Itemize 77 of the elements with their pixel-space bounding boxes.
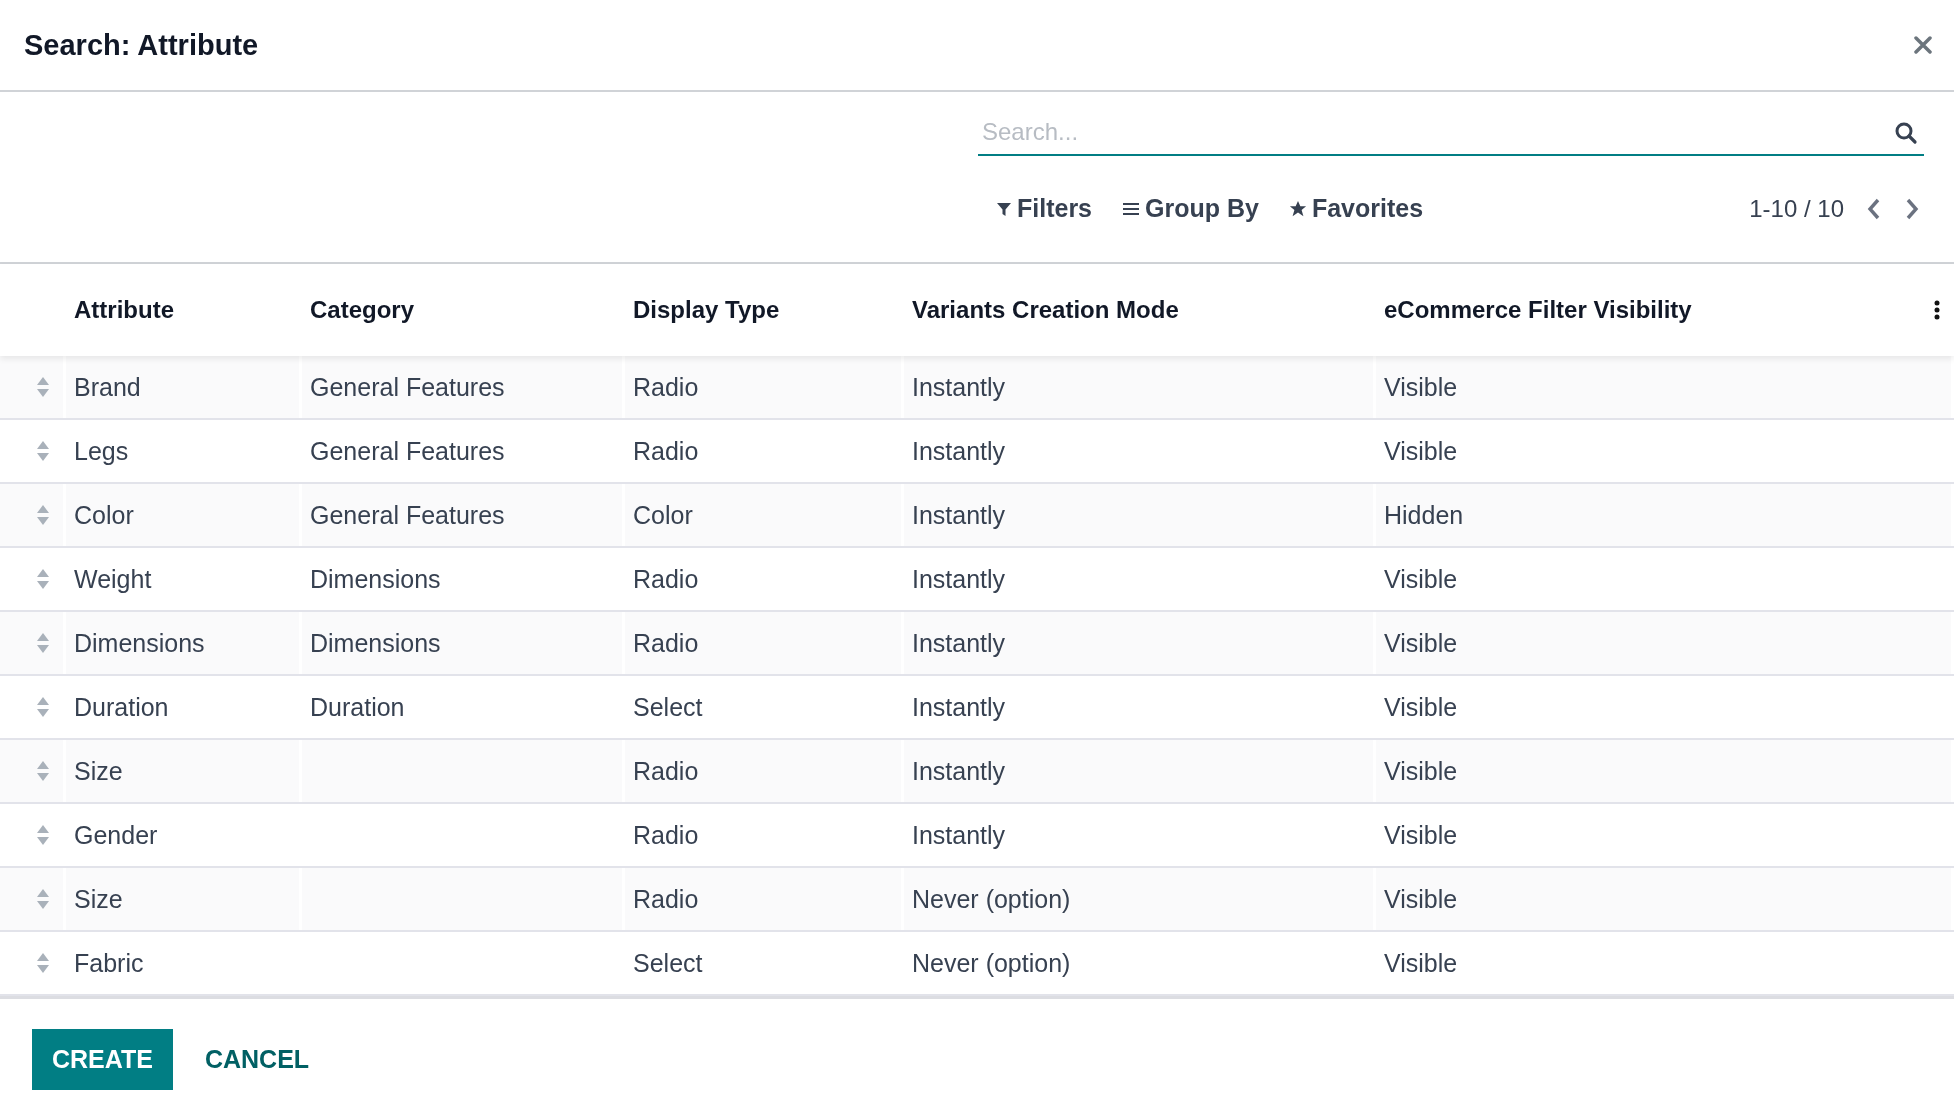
table-cell: Color — [633, 500, 693, 530]
table-cell: Visible — [1384, 820, 1458, 850]
table-cell: Visible — [1384, 884, 1458, 914]
column-header[interactable]: Attribute — [66, 296, 302, 324]
table-cell: Duration — [310, 692, 405, 722]
table-cell: Never (option) — [912, 884, 1071, 914]
table-cell: Instantly — [912, 436, 1006, 466]
table-cell: Gender — [74, 820, 158, 850]
next-icon[interactable] — [1904, 197, 1920, 220]
pager-value[interactable]: 1-10 / 10 — [1749, 194, 1844, 223]
table-cell: Radio — [633, 372, 699, 402]
table-cell: Instantly — [912, 564, 1006, 594]
drag-handle-icon[interactable] — [35, 568, 50, 590]
table-cell: Weight — [74, 564, 152, 594]
table-cell: Radio — [633, 436, 699, 466]
table-cell: Dimensions — [74, 628, 205, 658]
table-cell: Visible — [1384, 628, 1458, 658]
column-header[interactable]: Category — [302, 296, 625, 324]
filters-button[interactable]: Filters — [988, 190, 1101, 227]
table-cell: Legs — [74, 436, 129, 466]
drag-handle-icon[interactable] — [35, 952, 50, 974]
search-field[interactable]: Search... — [978, 110, 1924, 156]
table-cell: Instantly — [912, 756, 1006, 786]
table-cell: Instantly — [912, 820, 1006, 850]
group-by-button[interactable]: Group By — [1114, 190, 1267, 227]
create-button[interactable]: CREATE — [32, 1029, 173, 1090]
dialog-title: Search: Attribute — [24, 28, 259, 62]
options-icon[interactable] — [1934, 300, 1940, 320]
table-cell: Size — [74, 756, 123, 786]
filter-icon — [996, 200, 1012, 217]
table-cell: Instantly — [912, 500, 1006, 530]
table-cell: Duration — [74, 692, 169, 722]
table-cell: Instantly — [912, 692, 1006, 722]
table-cell: General Features — [310, 500, 505, 530]
drag-handle-icon[interactable] — [35, 760, 50, 782]
table-cell: General Features — [310, 372, 505, 402]
favorites-button[interactable]: Favorites — [1280, 190, 1432, 227]
table-cell: Hidden — [1384, 500, 1464, 530]
table-cell: Radio — [633, 884, 699, 914]
column-header[interactable]: eCommerce Filter Visibility — [1376, 296, 1934, 324]
table-cell: Brand — [74, 372, 141, 402]
cancel-button[interactable]: CANCEL — [204, 1029, 310, 1090]
table-cell: Dimensions — [310, 628, 441, 658]
table-cell: Visible — [1384, 564, 1458, 594]
drag-handle-icon[interactable] — [35, 440, 50, 462]
table-cell: Visible — [1384, 436, 1458, 466]
table-cell: Visible — [1384, 756, 1458, 786]
drag-handle-icon[interactable] — [35, 632, 50, 654]
drag-handle-icon[interactable] — [35, 696, 50, 718]
table-cell: Visible — [1384, 948, 1458, 978]
drag-handle-icon[interactable] — [35, 888, 50, 910]
drag-handle-icon[interactable] — [35, 504, 50, 526]
table-cell: Select — [633, 692, 703, 722]
search-icon[interactable] — [1894, 121, 1918, 145]
previous-icon[interactable] — [1866, 197, 1882, 220]
table-cell: Radio — [633, 820, 699, 850]
table-cell: Size — [74, 884, 123, 914]
table-cell: Color — [74, 500, 134, 530]
star-icon — [1288, 199, 1307, 218]
drag-handle-icon[interactable] — [35, 376, 50, 398]
table-cell: Dimensions — [310, 564, 441, 594]
table-cell: Fabric — [74, 948, 144, 978]
table-cell: Visible — [1384, 692, 1458, 722]
table-cell: Radio — [633, 756, 699, 786]
table-cell: Instantly — [912, 628, 1006, 658]
table-cell: Select — [633, 948, 703, 978]
table-cell: Instantly — [912, 372, 1006, 402]
drag-handle-icon[interactable] — [35, 824, 50, 846]
column-header[interactable]: Variants Creation Mode — [904, 296, 1376, 324]
table-cell: Radio — [633, 564, 699, 594]
table-cell: Visible — [1384, 372, 1458, 402]
table-cell: Never (option) — [912, 948, 1071, 978]
table-cell: General Features — [310, 436, 505, 466]
table-cell: Radio — [633, 628, 699, 658]
list-icon — [1122, 200, 1141, 217]
close-icon[interactable] — [1914, 36, 1932, 54]
column-header[interactable]: Display Type — [625, 296, 904, 324]
